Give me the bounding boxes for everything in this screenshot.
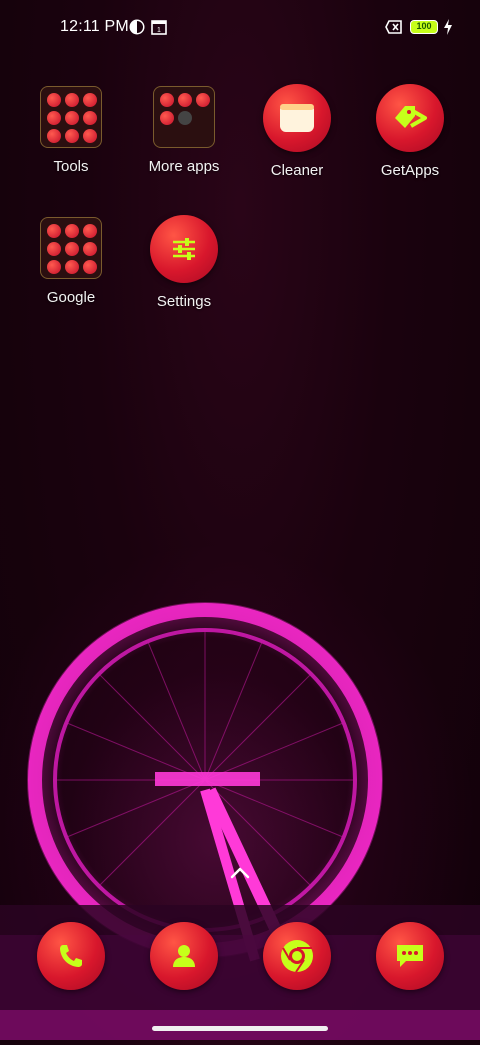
phone-icon [60,945,82,967]
charging-bolt-icon [444,19,452,35]
youtube-icon [47,242,61,256]
app-settings[interactable]: Settings [129,215,239,310]
files-icon [83,260,97,274]
battery-level: 100 [416,21,432,31]
app-icon [160,93,174,107]
mi-remote-icon [47,129,61,143]
duo-icon [47,260,61,274]
battery-icon: 100 [410,20,438,34]
maps-icon [83,224,97,238]
messages-icon [397,945,423,967]
dock-messages[interactable] [376,922,444,990]
play-music-icon [83,242,97,256]
gesture-navigation-handle[interactable] [152,1026,328,1031]
facebook-icon [178,93,192,107]
app-getapps[interactable]: GetApps [355,84,465,179]
linkedin-icon [160,111,174,125]
cleaner-icon [263,84,331,152]
status-bar: 12:11 PM 1 100 [0,0,480,56]
app-label: Tools [53,158,89,175]
folder-icon [40,217,102,279]
data-saver-icon [129,19,145,35]
chevron-up-icon[interactable] [229,866,251,880]
google-icon [47,224,61,238]
no-sim-icon [385,20,402,34]
settings-icon [150,215,218,283]
folder-icon [40,86,102,148]
getapps-icon [376,84,444,152]
photos-icon [65,242,79,256]
dock-phone[interactable] [37,922,105,990]
notes-icon [83,111,97,125]
folder-icon [153,86,215,148]
folder-google[interactable]: Google [16,217,126,306]
drive-icon [65,260,79,274]
dock-chrome[interactable] [263,922,331,990]
feedback-icon [65,129,79,143]
app-icon [196,93,210,107]
screen-recorder-icon [65,111,79,125]
contacts-icon [173,945,195,967]
folder-tools[interactable]: Tools [16,86,126,175]
gmail-icon [65,224,79,238]
folder-more-apps[interactable]: More apps [129,86,239,175]
app-cleaner[interactable]: Cleaner [242,84,352,179]
app-label: Cleaner [270,162,324,179]
gear-icon [178,111,192,125]
app-label: GetApps [380,162,440,179]
status-time: 12:11 PM [60,18,129,35]
clock-icon [65,93,79,107]
app-label: Settings [156,293,212,310]
app-label: Google [46,289,96,306]
dock-contacts[interactable] [150,922,218,990]
calendar-icon: 1 [151,20,167,35]
svg-text:1: 1 [157,27,161,34]
compass-icon [83,129,97,143]
calculator-icon [47,93,61,107]
chrome-icon [281,940,313,973]
recorder-icon [47,111,61,125]
app-label: More apps [148,158,220,175]
weather-icon [83,93,97,107]
